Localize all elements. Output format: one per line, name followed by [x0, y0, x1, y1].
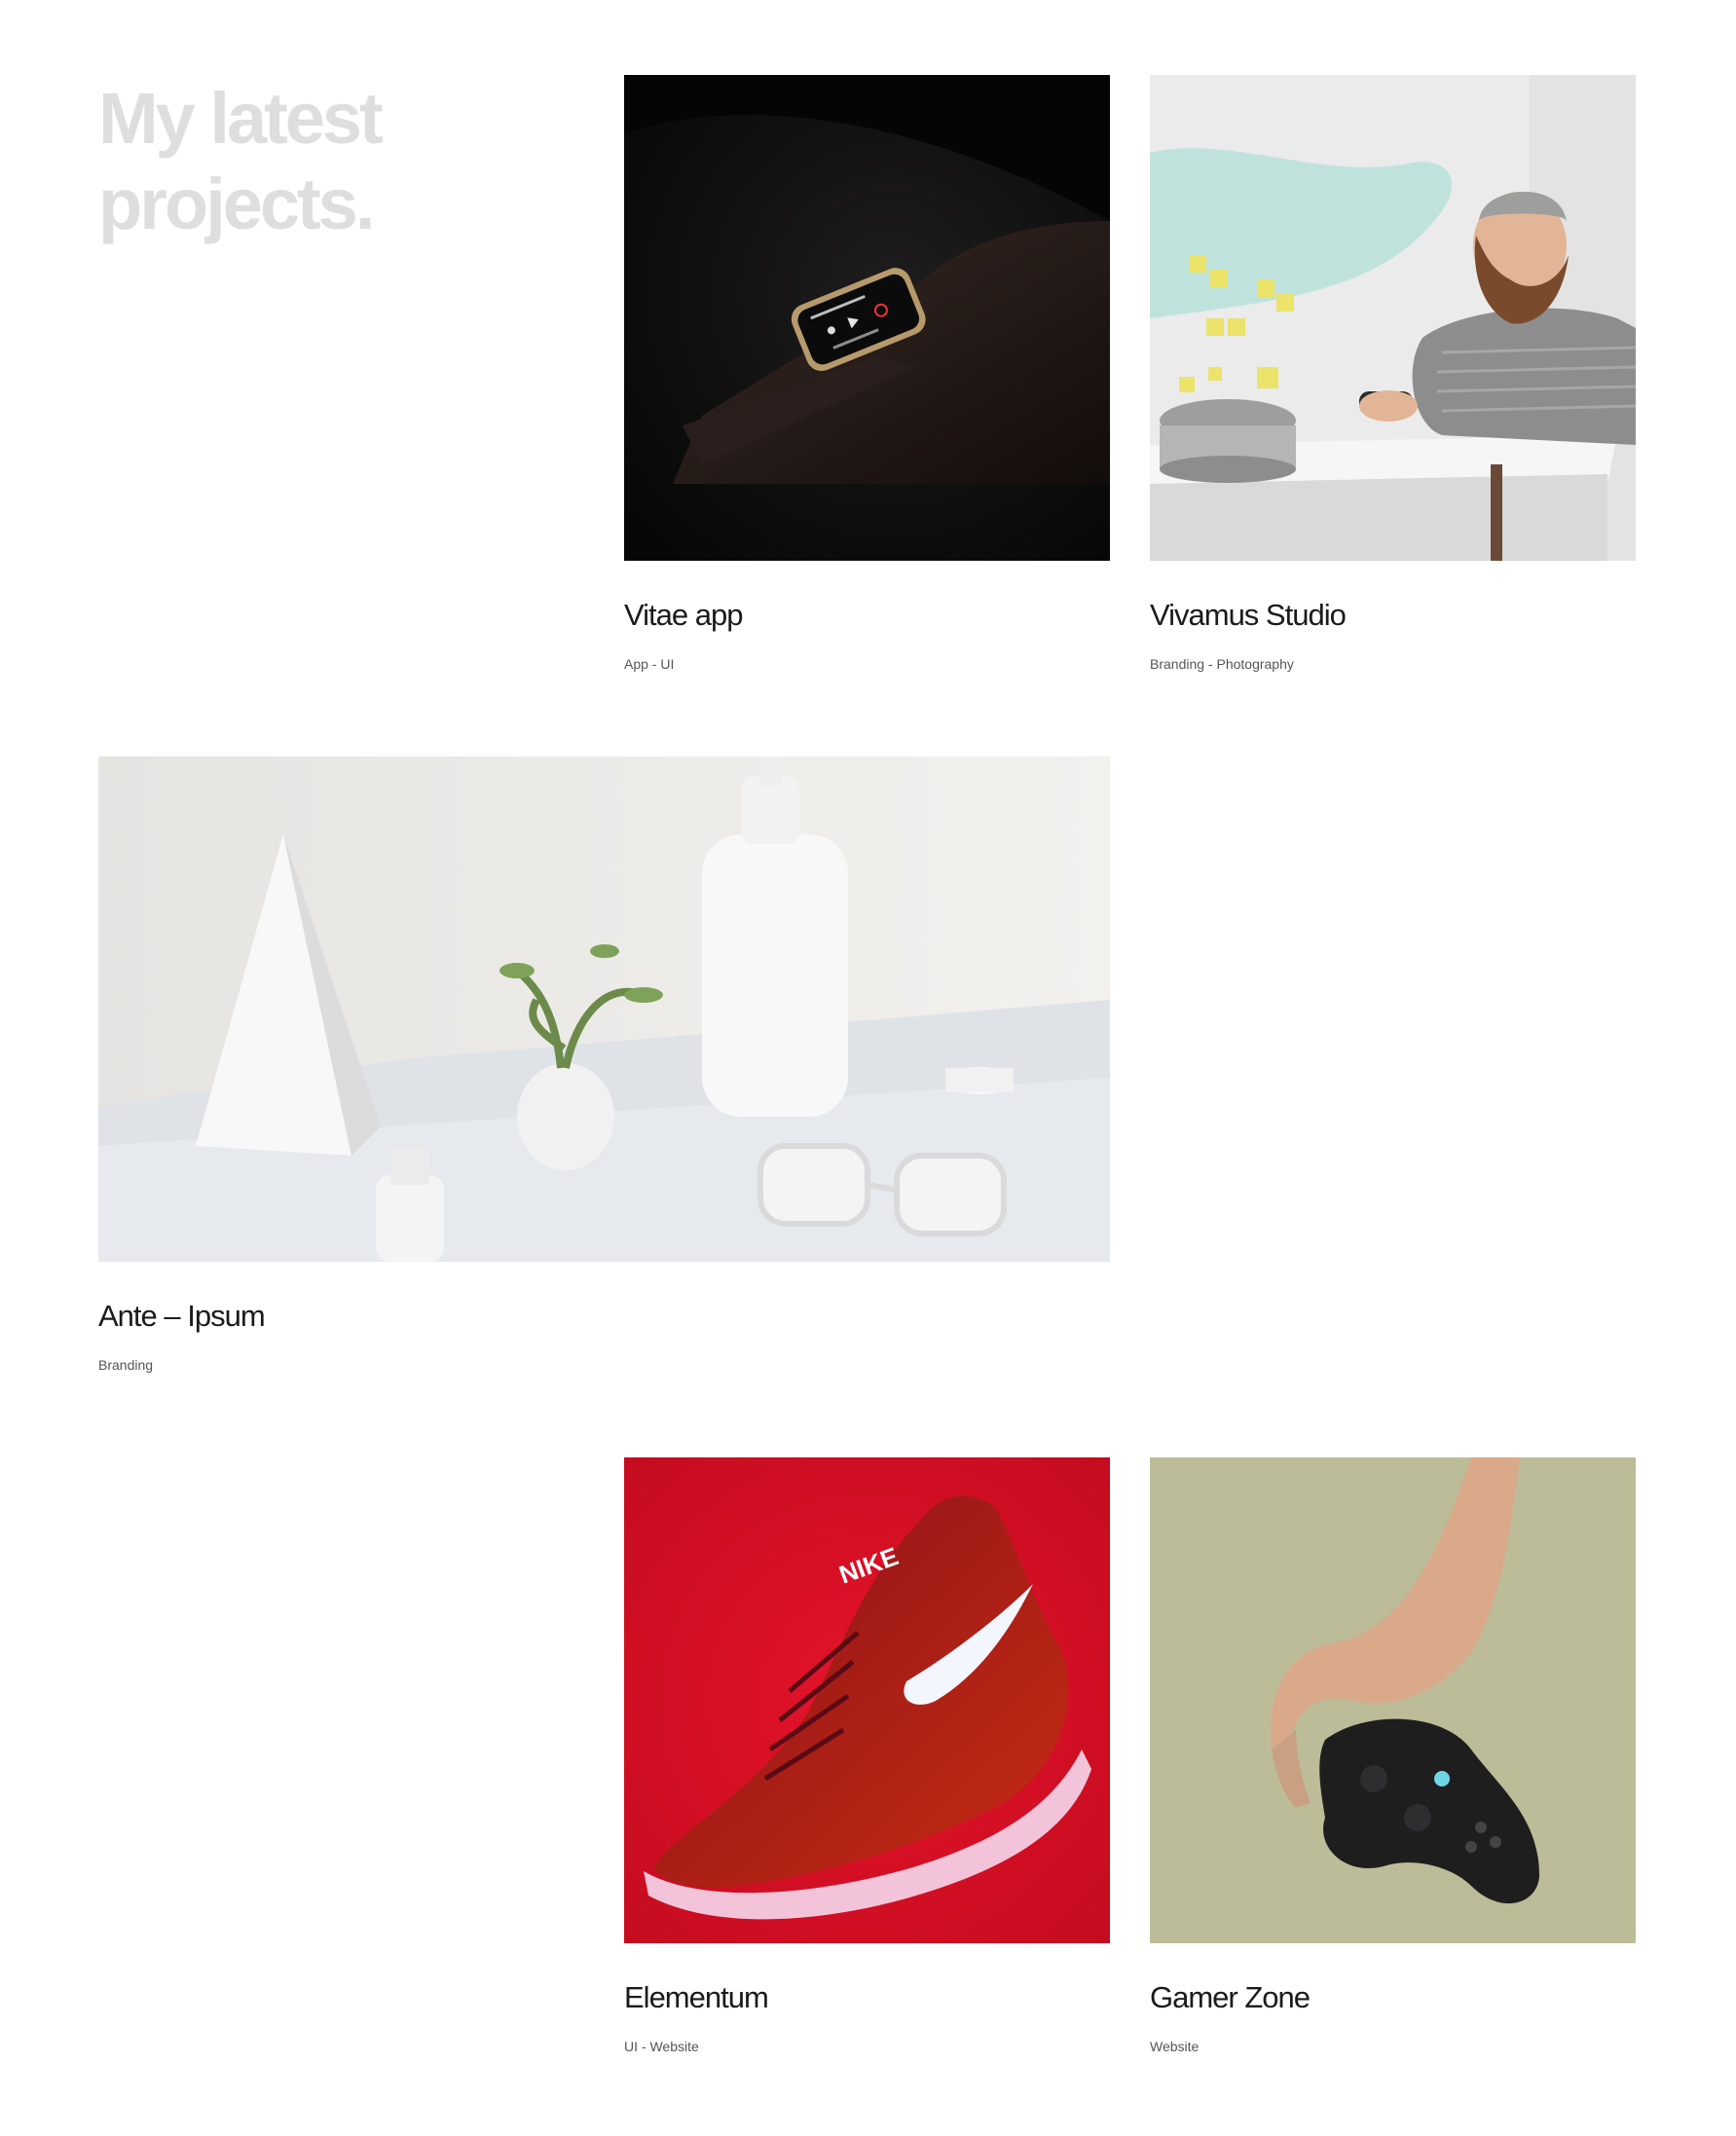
project-image-elementum[interactable]: NIKE: [624, 1457, 1110, 1943]
project-title[interactable]: Ante – Ipsum: [98, 1298, 266, 1335]
smartwatch-icon: [624, 75, 1110, 561]
project-title[interactable]: Vivamus Studio: [1150, 597, 1347, 634]
project-title[interactable]: Elementum: [624, 1979, 769, 2016]
project-card-vitae-app[interactable]: Vitae app App - UI: [624, 75, 1110, 672]
gamepad-icon: [1150, 75, 1636, 561]
project-image-vitae-app[interactable]: [624, 75, 1110, 561]
project-tags: Branding: [98, 1357, 154, 1373]
heading-line-2: projects.: [98, 164, 375, 244]
project-title[interactable]: Gamer Zone: [1150, 1979, 1311, 2016]
gamepad-icon: [1150, 1457, 1636, 1943]
project-card-elementum[interactable]: NIKE Elementum UI - Website: [624, 1457, 1110, 2054]
project-card-ante-ipsum[interactable]: Ante – Ipsum Branding: [98, 756, 1110, 1373]
project-image-gamer-zone[interactable]: [1150, 1457, 1636, 1943]
project-tags: App - UI: [624, 656, 675, 672]
project-card-vivamus-studio[interactable]: Vivamus Studio Branding - Photography: [1150, 75, 1636, 672]
sneaker-icon: NIKE: [624, 1457, 1110, 1943]
project-image-vivamus-studio[interactable]: [1150, 75, 1636, 561]
project-title[interactable]: Vitae app: [624, 597, 743, 634]
project-tags: Website: [1150, 2039, 1200, 2054]
page-heading: My latest projects.: [98, 76, 546, 247]
project-tags: Branding - Photography: [1150, 656, 1294, 672]
heading-line-1: My latest: [98, 78, 384, 159]
project-tags: UI - Website: [624, 2039, 699, 2054]
project-card-gamer-zone[interactable]: Gamer Zone Website: [1150, 1457, 1636, 2054]
still-life-image: [98, 756, 1110, 1262]
project-image-ante-ipsum[interactable]: [98, 756, 1110, 1262]
